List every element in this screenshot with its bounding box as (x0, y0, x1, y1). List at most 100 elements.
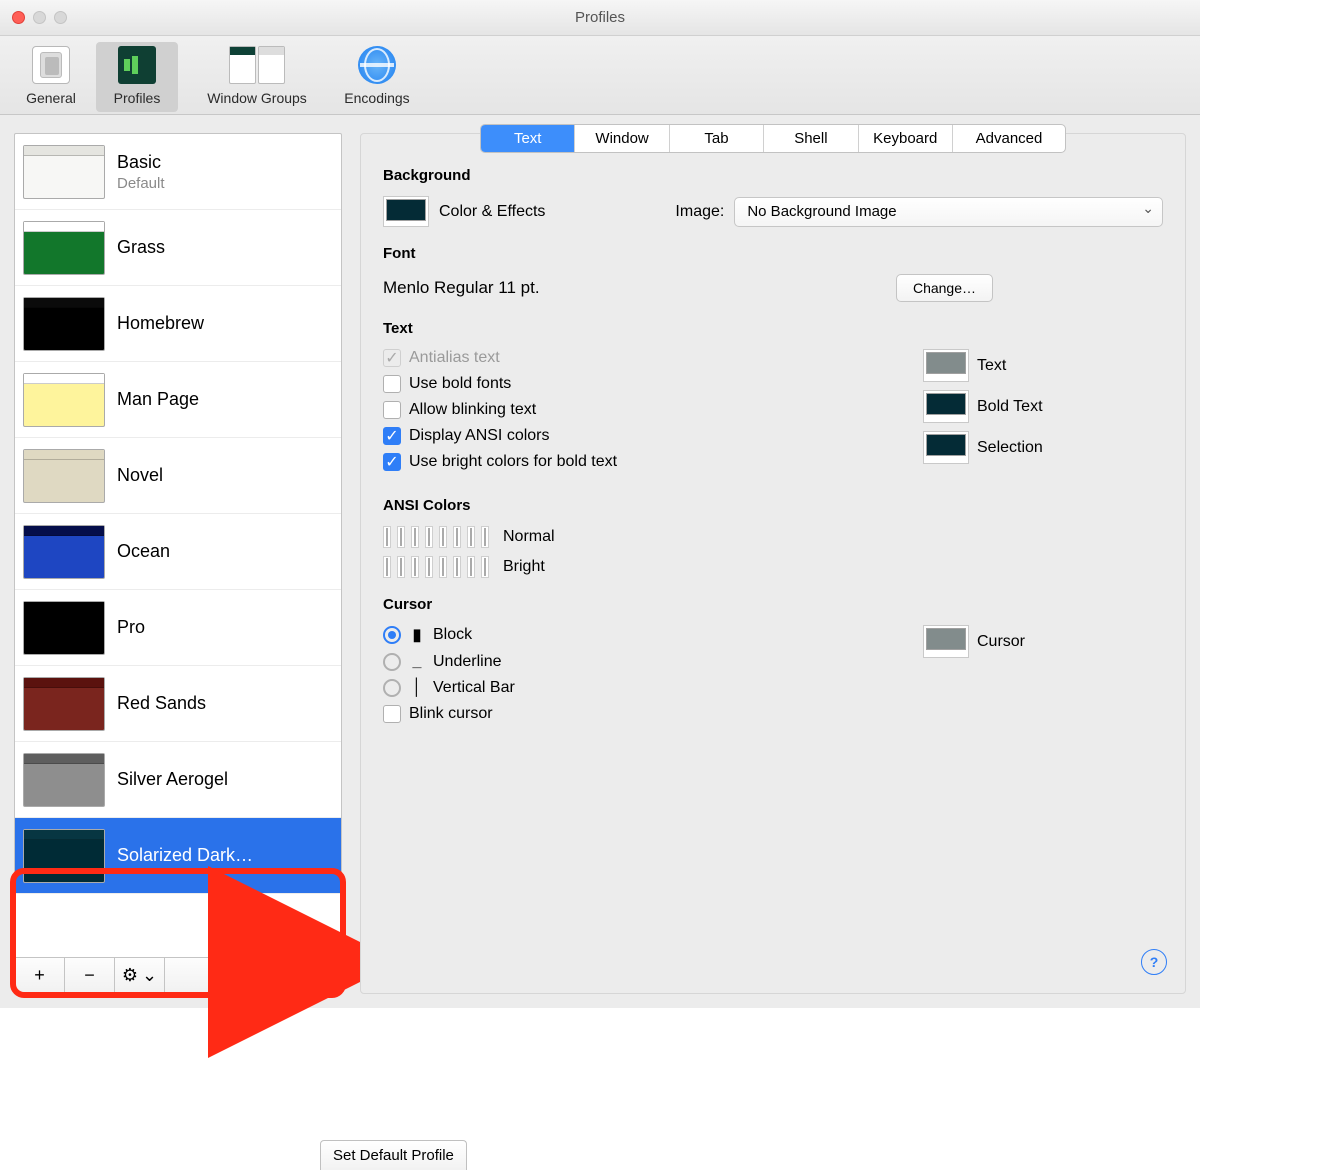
window-title: Profiles (575, 9, 625, 26)
ansi-colors-checkbox: ✓ (383, 427, 401, 445)
window_groups-icon (229, 46, 285, 84)
ansi-color-well[interactable] (383, 556, 391, 578)
profile-item[interactable]: Novel (15, 438, 341, 514)
encodings-icon (358, 46, 396, 84)
ansi-color-well[interactable] (467, 556, 475, 578)
selection-color-well[interactable] (923, 431, 969, 464)
chevron-down-icon: ⌄ (142, 965, 157, 986)
zoom-window[interactable] (54, 11, 67, 24)
profile-item[interactable]: Pro (15, 590, 341, 666)
vertical-bar-glyph-icon: │ (409, 679, 425, 697)
sidebar: BasicDefaultGrass Homebrew Man PageNovelOc… (14, 133, 342, 994)
profile-name: Homebrew (117, 313, 204, 334)
color-effects-label: Color & Effects (439, 203, 545, 221)
ansi-color-well[interactable] (439, 526, 447, 548)
tab-text[interactable]: Text (481, 125, 575, 152)
bold-fonts-checkbox-row[interactable]: Use bold fonts (383, 375, 893, 393)
ansi-heading: ANSI Colors (383, 497, 1163, 514)
cursor-underline-radio (383, 653, 401, 671)
cursor-block-row[interactable]: ▮ Block (383, 625, 893, 645)
ansi-color-well[interactable] (425, 556, 433, 578)
cursor-vertical-radio (383, 679, 401, 697)
ansi-color-well[interactable] (481, 526, 489, 548)
cursor-color-well[interactable] (923, 625, 969, 658)
ansi-color-well[interactable] (453, 556, 461, 578)
background-color-well[interactable] (383, 196, 429, 227)
profile-item[interactable]: Homebrew (15, 286, 341, 362)
tab-tab[interactable]: Tab (670, 125, 764, 152)
bright-bold-checkbox-row[interactable]: ✓ Use bright colors for bold text (383, 453, 893, 471)
blinking-text-checkbox-row[interactable]: Allow blinking text (383, 401, 893, 419)
traffic-lights (12, 11, 67, 24)
profile-thumbnail (23, 525, 105, 579)
profile-item[interactable]: Man Page (15, 362, 341, 438)
tab-window[interactable]: Window (575, 125, 669, 152)
profile-item[interactable]: Ocean (15, 514, 341, 590)
cursor-underline-label: Underline (433, 653, 501, 671)
blink-cursor-checkbox (383, 705, 401, 723)
antialias-checkbox-row[interactable]: ✓ Antialias text (383, 349, 893, 367)
cursor-block-radio (383, 626, 401, 644)
add-profile-button[interactable]: + (15, 958, 65, 993)
default-profile-button[interactable]: Default (165, 958, 341, 993)
minimize-window[interactable] (33, 11, 46, 24)
profile-item[interactable]: BasicDefault (15, 134, 341, 210)
change-font-button[interactable]: Change… (896, 274, 993, 302)
bold-text-color-label: Bold Text (977, 398, 1043, 416)
profile-thumbnail (23, 449, 105, 503)
tab-shell[interactable]: Shell (764, 125, 858, 152)
help-button[interactable]: ? (1141, 949, 1167, 975)
text-color-well[interactable] (923, 349, 969, 382)
content-area: BasicDefaultGrass Homebrew Man PageNovelOc… (0, 115, 1200, 1008)
ansi-color-well[interactable] (467, 526, 475, 548)
ansi-row-label: Bright (503, 558, 545, 576)
profile-name: Pro (117, 617, 145, 638)
antialias-label: Antialias text (409, 349, 500, 367)
ansi-color-well[interactable] (425, 526, 433, 548)
toolbar-encodings[interactable]: Encodings (336, 42, 418, 112)
tab-keyboard[interactable]: Keyboard (859, 125, 953, 152)
bright-bold-label: Use bright colors for bold text (409, 453, 617, 471)
underline-glyph-icon: _ (409, 653, 425, 671)
tab-advanced[interactable]: Advanced (953, 125, 1065, 152)
profile-subtitle: Default (117, 175, 165, 192)
sidebar-footer: + − ⚙︎ ⌄ Default (14, 958, 342, 994)
toolbar-label: General (12, 90, 90, 106)
profile-list[interactable]: BasicDefaultGrass Homebrew Man PageNovelOc… (14, 133, 342, 958)
cursor-underline-row[interactable]: _ Underline (383, 653, 893, 671)
ansi-colors-checkbox-row[interactable]: ✓ Display ANSI colors (383, 427, 893, 445)
bg-image-dropdown[interactable]: No Background Image (734, 197, 1163, 227)
blinking-text-checkbox (383, 401, 401, 419)
set-default-profile-tooltip: Set Default Profile (320, 1140, 467, 1170)
ansi-color-well[interactable] (439, 556, 447, 578)
blink-cursor-row[interactable]: Blink cursor (383, 705, 893, 723)
profile-item[interactable]: Solarized Dark… (15, 818, 341, 894)
profile-item[interactable]: Silver Aerogel (15, 742, 341, 818)
ansi-color-well[interactable] (397, 556, 405, 578)
toolbar-window_groups[interactable]: Window Groups (182, 42, 332, 112)
profile-item[interactable]: Red Sands (15, 666, 341, 742)
profile-thumbnail (23, 677, 105, 731)
profile-actions-button[interactable]: ⚙︎ ⌄ (115, 958, 165, 993)
profile-name: Solarized Dark… (117, 845, 253, 866)
remove-profile-button[interactable]: − (65, 958, 115, 993)
profile-thumbnail (23, 753, 105, 807)
ansi-color-well[interactable] (411, 556, 419, 578)
close-window[interactable] (12, 11, 25, 24)
blink-cursor-label: Blink cursor (409, 705, 493, 723)
background-heading: Background (383, 167, 1163, 184)
profile-item[interactable]: Grass (15, 210, 341, 286)
titlebar: Profiles (0, 0, 1200, 36)
ansi-color-well[interactable] (383, 526, 391, 548)
gear-icon: ⚙︎ (122, 965, 138, 986)
cursor-vertical-row[interactable]: │ Vertical Bar (383, 679, 893, 697)
ansi-color-well[interactable] (397, 526, 405, 548)
ansi-color-well[interactable] (481, 556, 489, 578)
toolbar-profiles[interactable]: Profiles (96, 42, 178, 112)
ansi-color-well[interactable] (411, 526, 419, 548)
toolbar-general[interactable]: General (10, 42, 92, 112)
ansi-color-well[interactable] (453, 526, 461, 548)
toolbar-label: Window Groups (184, 90, 330, 106)
profile-thumbnail (23, 373, 105, 427)
bold-text-color-well[interactable] (923, 390, 969, 423)
